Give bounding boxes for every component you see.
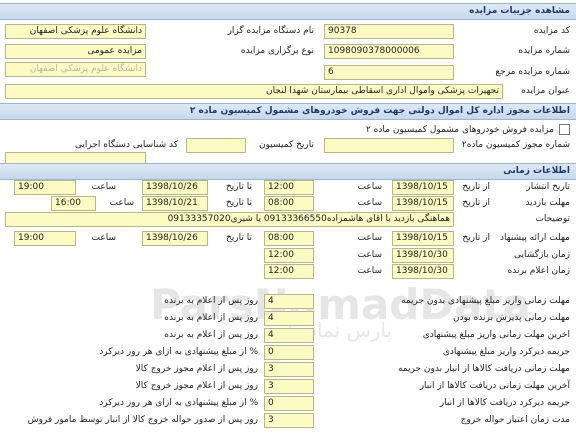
- section-header-time: اطلاعات زمانی: [0, 163, 576, 180]
- deadline-value-field: 3: [264, 413, 314, 428]
- winner-label: زمان اعلام برنده: [507, 266, 570, 276]
- notes-label: توضیحات: [535, 214, 570, 224]
- publish-from-label: از تاریخ: [462, 182, 490, 192]
- deadline-value-field: 0: [264, 345, 314, 360]
- commission-date-label: تاریخ کمیسیون: [259, 140, 314, 150]
- deadline-label: مهلت زمانی پذیرش برنده بودن: [452, 313, 570, 323]
- notes-field: هماهنگی بازدید با اقای هاشمزاده091333665…: [5, 212, 454, 227]
- auction-title-label: عنوان مزایده: [521, 86, 570, 96]
- visit-to-date-field: 1398/10/21: [142, 196, 208, 211]
- auction-title-field: تجهیزات پزشکی واموال اداری اسقاطی بیمارس…: [5, 84, 503, 99]
- auction-number-field: 1098090378000006: [324, 44, 454, 59]
- deadline-label: جریمه دیرکرد دریافت کالاها از انبار: [439, 398, 570, 408]
- license-number-field: [324, 138, 454, 153]
- section-header-license: اطلاعات مجوز اداره کل اموال دولتی جهت فر…: [0, 103, 576, 120]
- row-notes: توضیحات هماهنگی بازدید با اقای هاشمزاده0…: [0, 212, 576, 232]
- commission-date-field: [186, 138, 246, 153]
- deadline-suffix: روز پس از اعلام مجوز خروج کالا: [135, 364, 258, 374]
- publish-from-time-field: 12:00: [264, 180, 314, 195]
- publish-to-label: تا تاریخ: [225, 182, 252, 192]
- opening-label: زمان بازگشایی: [513, 250, 570, 260]
- offer-label: مهلت ارائه پیشنهاد: [499, 233, 570, 243]
- offer-to-time-label: ساعت: [91, 233, 117, 243]
- deadline-row: مدت زمان اعتبار حواله خروج 3 روز پس از ص…: [0, 413, 576, 433]
- deadline-suffix: روز پس از اعلام مجوز خروج کالا: [135, 381, 258, 391]
- visit-from-date-field: 1398/10/15: [392, 196, 454, 211]
- visit-to-time-field: 16:00: [51, 196, 96, 211]
- deadline-value-field: 3: [264, 379, 314, 394]
- deadline-label: مهلت زمانی واریز مبلغ پیشنهادی بدون جریم…: [401, 296, 570, 306]
- organizer-name-label: نام دستگاه مزایده گزار: [227, 26, 314, 36]
- visit-from-time-label: ساعت: [357, 198, 383, 208]
- winner-date-field: 1398/10/30: [392, 264, 454, 279]
- offer-from-label: از تاریخ: [462, 233, 490, 243]
- holding-type-label: نوع برگزاری مزایده: [240, 46, 314, 56]
- publish-to-time-label: ساعت: [91, 182, 117, 192]
- deadline-value-field: 0: [264, 396, 314, 411]
- reference-number-label: شماره مزایده مرجع: [495, 67, 570, 77]
- organizer-name-field: دانشگاه علوم پزشکی اصفهان: [5, 24, 146, 39]
- winner-time-label: ساعت: [357, 266, 383, 276]
- holding-type-field: مزایده عمومی: [5, 44, 146, 59]
- opening-date-field: 1398/10/30: [392, 248, 454, 263]
- publish-from-date-field: 1398/10/15: [392, 180, 454, 195]
- auction-number-label: شماره مزایده: [518, 46, 570, 56]
- deadline-value-field: 4: [264, 294, 314, 309]
- deadline-value-field: 4: [264, 328, 314, 343]
- publish-label: تاریخ انتشار: [526, 182, 570, 192]
- license-number-label: شماره مجوز کمیسیون ماده۲: [461, 140, 570, 150]
- reference-number-field: 6: [324, 65, 454, 80]
- auction-code-field: 90378: [324, 24, 454, 39]
- deadline-value-field: 3: [264, 362, 314, 377]
- deadline-label: مدت زمان اعتبار حواله خروج: [460, 415, 570, 425]
- visit-label: مهلت بازدید: [525, 198, 570, 208]
- deadline-suffix: روز پس از صدور حواله خروج کالا از انبار …: [27, 415, 258, 425]
- offer-from-date-field: 1398/10/15: [392, 231, 454, 246]
- winner-time-field: 12:00: [264, 264, 314, 279]
- deadline-suffix: % از مبلغ پیشنهادی به ازای هر روز دیرکرد: [99, 347, 258, 357]
- publish-from-time-label: ساعت: [357, 182, 383, 192]
- visit-to-time-label: ساعت: [109, 198, 135, 208]
- visit-from-time-field: 08:00: [264, 196, 314, 211]
- device-id-label: کد شناسایی دستگاه اجرایی: [74, 140, 178, 150]
- offer-from-time-field: 08:00: [264, 231, 314, 246]
- deadline-value-field: 4: [264, 311, 314, 326]
- offer-to-time-field: 19:00: [14, 231, 76, 246]
- opening-time-label: ساعت: [357, 250, 383, 260]
- vehicle-auction-checkbox[interactable]: [559, 124, 570, 135]
- publish-to-date-field: 1398/10/26: [142, 180, 208, 195]
- visit-to-label: تا تاریخ: [225, 198, 252, 208]
- row-reference-number: شماره مزایده مرجع 6: [0, 65, 576, 85]
- deadline-label: مهلت زمانی دریافت کالاها از انبار بدون ج…: [397, 364, 570, 374]
- row-winner: زمان اعلام برنده 1398/10/30 ساعت 12:00: [0, 264, 576, 284]
- row-auction-number: شماره مزایده 1098090378000006 نوع برگزار…: [0, 44, 576, 64]
- offer-from-time-label: ساعت: [357, 233, 383, 243]
- deadline-label: آخرین مهلت زمانی دریافت کالاها از انبار: [419, 381, 570, 391]
- deadline-label: جریمه دیرکرد واریز مبلغ پیشنهادی: [442, 347, 570, 357]
- section-header-auction-details: مشاهده جزییات مزایده: [0, 3, 576, 20]
- row-auction-title: عنوان مزایده تجهیزات پزشکی واموال اداری …: [0, 84, 576, 104]
- deadline-suffix: % از مبلغ پیشنهادی به ازای هر روز دیرکرد: [99, 398, 258, 408]
- row-auction-code: کد مزایده 90378 نام دستگاه مزایده گزار د…: [0, 24, 576, 44]
- deadline-suffix: روز پس از اعلام به برنده: [164, 296, 258, 306]
- opening-time-field: 12:00: [264, 248, 314, 263]
- vehicle-auction-checkbox-label: مزایده فروش خودروهای مشمول کمیسیون ماده …: [365, 125, 554, 135]
- offer-to-label: تا تاریخ: [225, 233, 252, 243]
- visit-from-label: از تاریخ: [462, 198, 490, 208]
- publish-to-time-field: 19:00: [14, 180, 76, 195]
- offer-to-date-field: 1398/10/26: [142, 231, 208, 246]
- deadline-label: اخرین مهلت زمانی واریز مبلغ پیشنهادی: [422, 330, 570, 340]
- auction-code-label: کد مزایده: [533, 26, 570, 36]
- deadline-suffix: روز پس از اعلام به برنده: [164, 330, 258, 340]
- deadline-suffix: روز پس از اعلام به برنده: [164, 313, 258, 323]
